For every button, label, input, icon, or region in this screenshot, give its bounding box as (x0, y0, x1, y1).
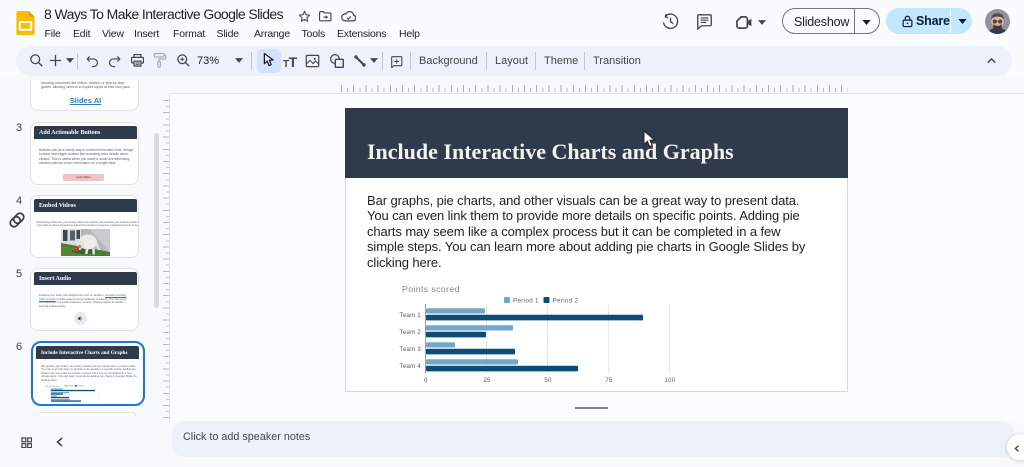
svg-text:Team 4: Team 4 (400, 364, 422, 370)
svg-text:100: 100 (665, 378, 676, 384)
svg-text:Team 2: Team 2 (400, 330, 422, 336)
svg-text:Team 1: Team 1 (400, 313, 422, 319)
svg-text:Period 1: Period 1 (513, 298, 539, 305)
svg-text:Points scored: Points scored (45, 385, 59, 388)
svg-text:Period 1: Period 1 (67, 386, 74, 388)
svg-text:Points scored: Points scored (402, 284, 460, 294)
svg-text:25: 25 (483, 378, 491, 384)
svg-text:Period 2: Period 2 (77, 386, 84, 388)
svg-text:Period 2: Period 2 (553, 298, 579, 305)
svg-text:0: 0 (424, 378, 428, 384)
svg-text:50: 50 (544, 378, 552, 384)
svg-text:Team 3: Team 3 (400, 347, 422, 353)
svg-text:75: 75 (605, 378, 613, 384)
